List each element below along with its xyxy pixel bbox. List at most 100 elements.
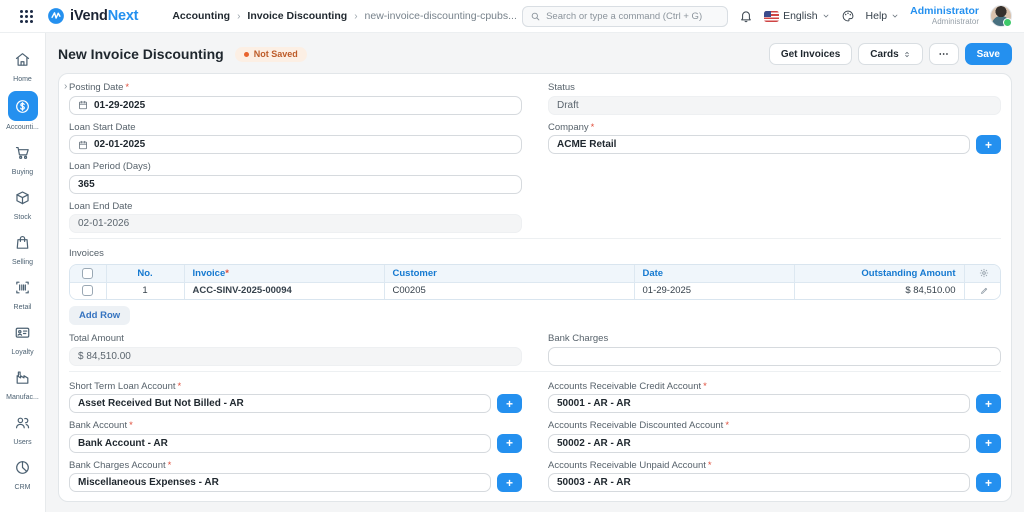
help-menu[interactable]: Help [866,10,900,22]
add-row-button[interactable]: Add Row [69,306,130,325]
add-short-term-loan-account-button[interactable]: + [497,394,522,413]
status-badge: Not Saved [235,47,307,62]
edit-row-pencil-icon[interactable] [980,286,989,295]
table-settings-gear-icon[interactable] [979,268,989,278]
field-bank-account: Bank Account* Bank Account - AR + [69,420,522,453]
sidebar-item-crm[interactable]: CRM [0,454,45,491]
row-checkbox[interactable] [82,285,93,296]
status-dot [244,52,249,57]
cell-outstanding-amount: $ 84,510.00 [794,282,964,299]
apps-grid-icon[interactable] [20,10,33,23]
bank-charges-account-input[interactable]: Miscellaneous Expenses - AR [69,473,491,492]
sidebar-item-stock[interactable]: Stock [0,184,45,221]
ar-credit-account-input[interactable]: 50001 - AR - AR [548,394,970,413]
loyalty-card-icon [8,319,38,346]
section-divider [69,238,1001,239]
cards-view-selector[interactable]: Cards [858,43,922,65]
breadcrumb-current: new-invoice-discounting-cpubs... [365,10,517,22]
collapse-section-chevron-icon[interactable]: › [64,81,67,92]
field-ar-discounted-account: Accounts Receivable Discounted Account* … [548,420,1001,453]
field-short-term-loan-account: Short Term Loan Account* Asset Received … [69,381,522,414]
ar-discounted-account-input[interactable]: 50002 - AR - AR [548,434,970,453]
page-title: New Invoice Discounting [58,46,224,62]
status-readonly: Draft [548,96,1001,115]
save-button[interactable]: Save [965,43,1012,65]
sidebar-item-manufacturing[interactable]: Manufac... [0,364,45,401]
top-navbar: iVendNext Accounting › Invoice Discounti… [0,0,1024,33]
sidebar-item-buying[interactable]: Buying [0,139,45,176]
loan-period-input[interactable] [78,179,513,190]
cell-row-number: 1 [106,282,184,299]
users-icon [8,409,38,436]
sidebar-item-loyalty[interactable]: Loyalty [0,319,45,356]
company-link-input[interactable]: ACME Retail [548,135,970,154]
col-no: No. [106,265,184,282]
brand-logo[interactable]: iVendNext [47,7,138,25]
get-invoices-button[interactable]: Get Invoices [769,43,852,65]
bank-account-input[interactable]: Bank Account - AR [69,434,491,453]
sidebar-item-users[interactable]: Users [0,409,45,446]
invoices-header-row: No. Invoice* Customer Date Outstanding A… [70,265,1001,282]
field-bank-charges: Bank Charges [548,333,1001,366]
bank-charges-input[interactable] [557,351,992,362]
language-selector[interactable]: English [764,10,829,22]
user-name: Administrator [910,5,979,17]
theme-palette-icon[interactable] [841,9,855,23]
add-ar-unpaid-account-button[interactable]: + [976,473,1001,492]
sidebar-item-home[interactable]: Home [0,46,45,83]
add-ar-credit-account-button[interactable]: + [976,394,1001,413]
add-company-button[interactable]: + [976,135,1001,154]
field-bank-charges-account: Bank Charges Account* Miscellaneous Expe… [69,460,522,493]
chevron-down-icon [891,12,899,20]
field-total-amount: Total Amount $ 84,510.00 [69,333,522,366]
cell-invoice[interactable]: ACC-SINV-2025-00094 [184,282,384,299]
cell-customer[interactable]: C00205 [384,282,634,299]
global-search[interactable] [522,6,728,27]
add-bank-charges-account-button[interactable]: + [497,473,522,492]
col-date: Date [634,265,794,282]
more-menu-button[interactable]: ⋯ [929,43,959,65]
field-posting-date: Posting Date* 01-29-2025 [69,82,522,115]
cell-date[interactable]: 01-29-2025 [634,282,794,299]
invoice-discounting-form: › Posting Date* 01-29-2025 Loan Start Da… [58,73,1012,502]
language-label: English [783,10,817,22]
us-flag-icon [764,11,779,22]
short-term-loan-account-input[interactable]: Asset Received But Not Billed - AR [69,394,491,413]
brand-text-ivend: iVend [70,8,108,24]
breadcrumb-accounting[interactable]: Accounting [172,10,230,22]
sidebar-item-retail[interactable]: Retail [0,274,45,311]
posting-date-input[interactable]: 01-29-2025 [69,96,522,115]
barcode-icon [8,274,38,301]
breadcrumb-invoice-discounting[interactable]: Invoice Discounting [247,10,347,22]
user-role: Administrator [910,17,979,26]
ar-unpaid-account-input[interactable]: 50003 - AR - AR [548,473,970,492]
add-bank-account-button[interactable]: + [497,434,522,453]
invoice-table-row[interactable]: 1 ACC-SINV-2025-00094 C00205 01-29-2025 … [70,282,1001,299]
notifications-bell-icon[interactable] [739,9,753,23]
module-sidebar: Home Accounti... Buying Stock Selling Re… [0,33,46,512]
select-all-checkbox[interactable] [82,268,93,279]
sidebar-item-selling[interactable]: Selling [0,229,45,266]
brand-mark-icon [47,7,65,25]
accounting-dollar-icon [8,91,38,121]
chevron-down-icon [822,12,830,20]
user-avatar[interactable] [990,5,1012,27]
main-content: New Invoice Discounting Not Saved Get In… [46,33,1024,512]
shopping-bag-icon [8,229,38,256]
search-input[interactable] [546,11,720,22]
field-loan-end-date: Loan End Date 02-01-2026 [69,201,522,234]
add-ar-discounted-account-button[interactable]: + [976,434,1001,453]
calendar-icon [78,100,88,110]
field-ar-unpaid-account: Accounts Receivable Unpaid Account* 5000… [548,460,1001,493]
home-icon [8,46,38,73]
total-amount-readonly: $ 84,510.00 [69,347,522,366]
user-menu[interactable]: Administrator Administrator [910,5,979,26]
col-invoice: Invoice* [184,265,384,282]
loan-start-date-input[interactable]: 02-01-2025 [69,135,522,154]
shopping-cart-icon [8,139,38,166]
up-down-chevrons-icon [903,50,911,59]
field-ar-credit-account: Accounts Receivable Credit Account* 5000… [548,381,1001,414]
invoices-table: No. Invoice* Customer Date Outstanding A… [69,264,1001,300]
sidebar-item-accounting[interactable]: Accounti... [0,91,45,131]
search-icon [530,11,541,22]
